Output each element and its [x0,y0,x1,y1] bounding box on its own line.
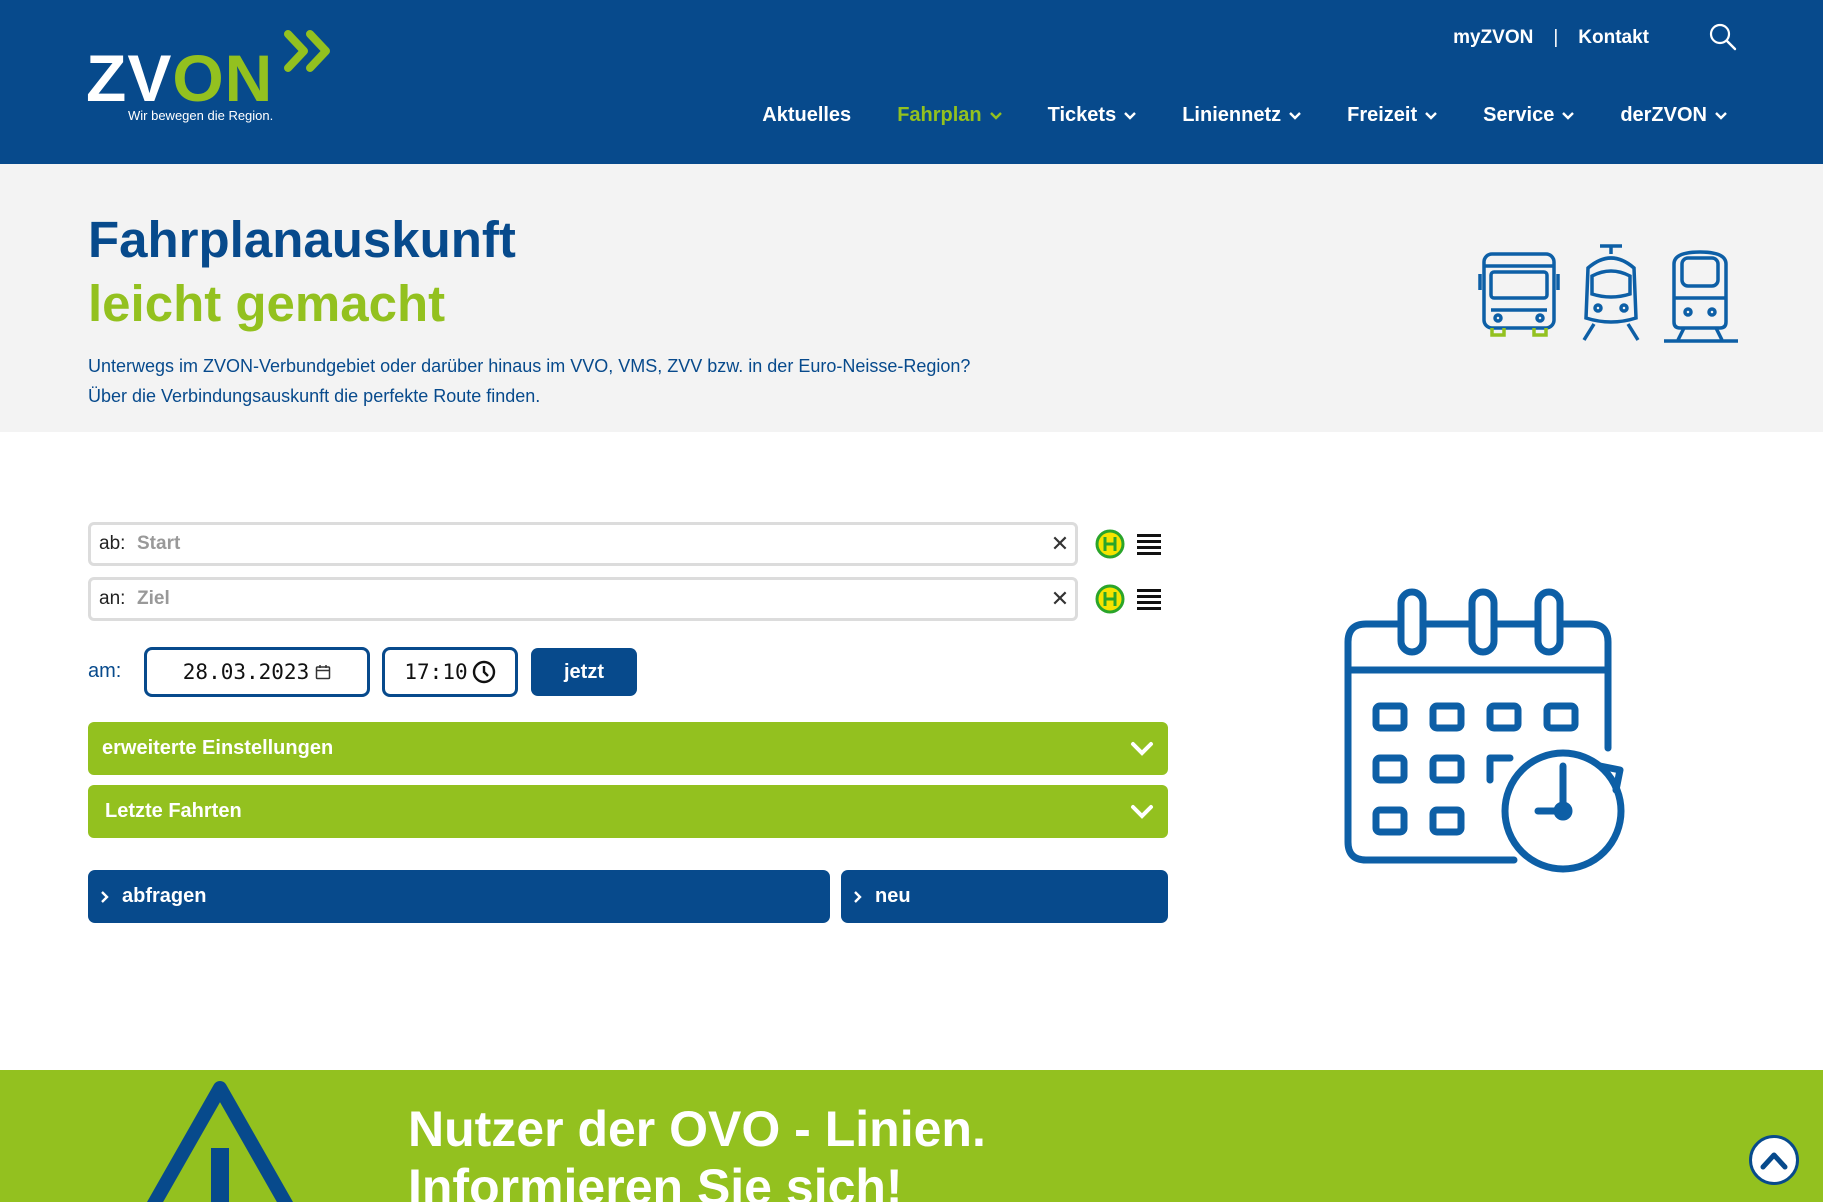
date-value: 28.03.2023 [182,660,310,684]
calendar-icon [315,665,331,680]
clear-to-icon[interactable]: ✕ [1045,586,1075,612]
top-link-kontakt[interactable]: Kontakt [1578,27,1649,49]
nav-derzvon[interactable]: derZVON [1620,104,1727,127]
info-banner: Nutzer der OVO - Linien. Informieren Sie… [0,1070,1823,1202]
banner-subtitle: Informieren Sie sich! [408,1159,903,1202]
top-link-separator: | [1553,27,1559,48]
nav-liniennetz[interactable]: Liniennetz [1182,104,1301,127]
chevron-down-icon [1131,804,1153,819]
transport-icons [1478,244,1738,343]
train-icon [1664,250,1738,343]
nav-freizeit[interactable]: Freizeit [1347,104,1437,127]
chevron-up-icon [1760,1152,1788,1170]
from-field[interactable]: ab: ✕ [88,522,1078,566]
chevron-down-icon [989,111,1002,120]
clear-from-icon[interactable]: ✕ [1045,531,1075,557]
chevron-down-icon [1131,741,1153,756]
now-button[interactable]: jetzt [531,648,637,696]
site-header: ZVON Wir bewegen die Region. myZVON | Ko… [0,0,1823,164]
top-links: myZVON | Kontakt [1453,26,1649,50]
recent-trips-toggle[interactable]: Letzte Fahrten [88,785,1168,838]
tram-icon [1582,244,1640,341]
chevron-right-icon [854,890,862,903]
to-field[interactable]: an: ✕ [88,577,1078,621]
stop-h-icon[interactable] [1094,583,1126,615]
chevron-right-icon [101,890,109,903]
logo-chevron-icon [284,30,330,72]
logo-tagline: Wir bewegen die Region. [128,108,274,123]
nav-tickets[interactable]: Tickets [1048,104,1137,127]
nav-service[interactable]: Service [1483,104,1575,127]
from-prefix: ab: [99,533,126,554]
clock-icon [472,660,495,684]
query-button[interactable]: abfragen [88,870,830,923]
top-link-myzvon[interactable]: myZVON [1453,27,1533,49]
logo-wordmark: ZVON [86,41,274,115]
banner-title: Nutzer der OVO - Linien. [408,1101,986,1157]
nav-aktuelles[interactable]: Aktuelles [762,104,851,127]
page-title: Fahrplanauskunft [88,211,516,268]
main-nav: Aktuelles Fahrplan Tickets Liniennetz Fr… [762,104,1727,127]
nav-fahrplan[interactable]: Fahrplan [897,104,1002,127]
chevron-down-icon [1425,111,1437,120]
to-prefix: an: [99,588,126,609]
scroll-to-top-button[interactable] [1749,1135,1799,1185]
recent-trips-label: Letzte Fahrten [105,800,242,822]
menu-list-icon[interactable] [1134,529,1164,559]
stop-h-icon[interactable] [1094,528,1126,560]
bus-icon [1478,252,1560,337]
time-input[interactable]: 17:10 [382,647,518,697]
advanced-settings-toggle[interactable]: erweiterte Einstellungen [88,722,1168,775]
calendar-clock-illustration [1344,588,1625,873]
warning-icon [147,1081,293,1202]
time-value: 17:10 [404,660,468,684]
date-label: am: [88,660,122,682]
new-button[interactable]: neu [841,870,1168,923]
advanced-settings-label: erweiterte Einstellungen [102,737,334,759]
chevron-down-icon [1715,111,1727,120]
page-subtitle: leicht gemacht [88,275,446,332]
to-input[interactable] [137,588,1045,610]
date-input[interactable]: 28.03.2023 [144,647,370,697]
from-input[interactable] [137,533,1045,555]
chevron-down-icon [1562,111,1575,120]
chevron-down-icon [1289,111,1301,120]
zvon-logo[interactable]: ZVON Wir bewegen die Region. [86,30,346,130]
search-icon[interactable] [1708,22,1738,52]
menu-list-icon[interactable] [1134,584,1164,614]
chevron-down-icon [1124,111,1137,120]
hero-description: Unterwegs im ZVON-Verbundgebiet oder dar… [88,356,971,406]
